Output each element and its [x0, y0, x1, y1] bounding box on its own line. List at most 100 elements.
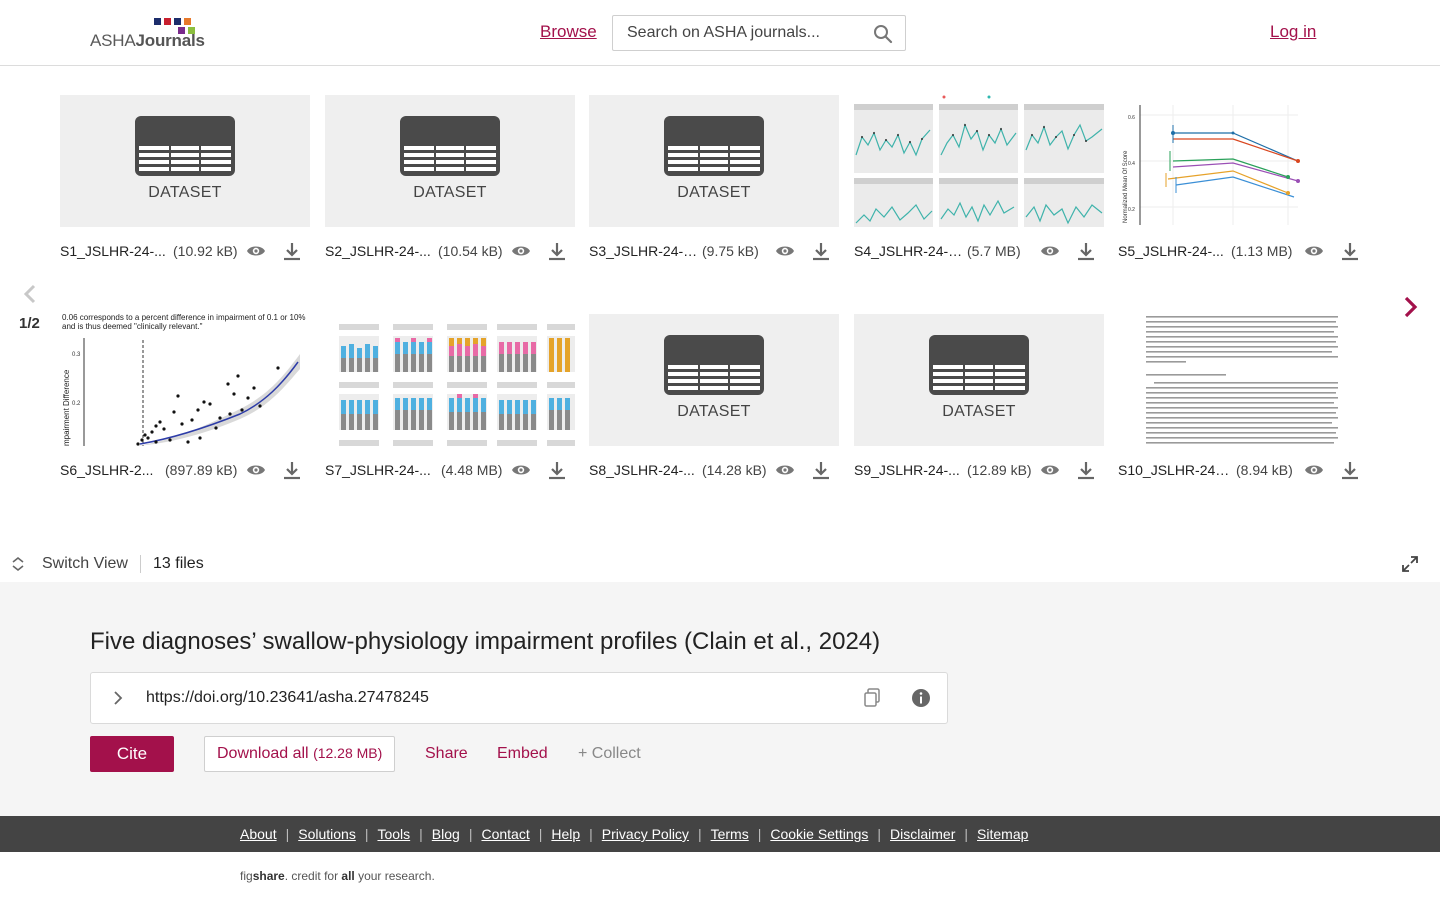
file-thumbnail[interactable]: DATASET — [589, 314, 839, 446]
page-indicator: 1/2 — [19, 315, 40, 332]
embed-button[interactable]: Embed — [497, 745, 548, 763]
file-info-row: S1_JSLHR-24-... (10.92 kB) — [60, 241, 310, 263]
footer-link-about[interactable]: About — [240, 826, 277, 842]
chevron-right-icon[interactable] — [111, 689, 125, 707]
file-name[interactable]: S10_JSLHR-24-... — [1118, 462, 1230, 478]
svg-text:0.6: 0.6 — [1128, 115, 1135, 121]
download-icon[interactable] — [1076, 460, 1096, 480]
file-thumbnail[interactable]: DATASET — [854, 314, 1104, 446]
file-thumbnail[interactable] — [854, 95, 1104, 227]
copy-icon[interactable] — [863, 688, 881, 708]
svg-text:0.3: 0.3 — [72, 352, 81, 358]
file-card: S10_JSLHR-24-... (8.94 kB) — [1118, 314, 1368, 494]
download-icon[interactable] — [1340, 460, 1360, 480]
download-icon[interactable] — [282, 460, 302, 480]
chevron-left-icon[interactable] — [18, 284, 42, 304]
info-icon[interactable] — [911, 688, 931, 708]
eye-icon[interactable] — [246, 462, 266, 478]
dataset-icon — [400, 116, 500, 176]
dataset-icon — [664, 335, 764, 395]
item-details: Five diagnoses’ swallow-physiology impai… — [0, 582, 1440, 816]
chevron-right-icon[interactable] — [1398, 295, 1422, 319]
credit-fig: fig — [240, 869, 253, 883]
file-thumbnail[interactable]: DATASET — [589, 95, 839, 227]
eye-icon[interactable] — [511, 462, 531, 478]
file-size: (8.94 kB) — [1236, 462, 1293, 478]
file-card: Normalized Mean Of Score 0.6 0.4 0.2 S5_… — [1118, 95, 1368, 275]
download-icon[interactable] — [547, 241, 567, 261]
footer-link-privacy-policy[interactable]: Privacy Policy — [602, 826, 689, 842]
file-thumbnail[interactable] — [1118, 314, 1368, 446]
credit-mid: . credit for — [284, 869, 342, 883]
file-name[interactable]: S4_JSLHR-24-0... — [854, 243, 966, 259]
footer-link-solutions[interactable]: Solutions — [298, 826, 356, 842]
file-thumbnail[interactable]: DATASET — [325, 95, 575, 227]
file-size: (897.89 kB) — [165, 462, 238, 478]
search-icon[interactable] — [873, 24, 893, 44]
footer-link-help[interactable]: Help — [551, 826, 580, 842]
download-icon[interactable] — [282, 241, 302, 261]
normalized-mean-chart-preview: Normalized Mean Of Score 0.6 0.4 0.2 — [1118, 95, 1368, 227]
file-name[interactable]: S6_JSLHR-2... — [60, 462, 172, 478]
eye-icon[interactable] — [1304, 243, 1324, 259]
file-name[interactable]: S2_JSLHR-24-... — [325, 243, 437, 259]
viewer-toolbar: Switch View 13 files — [0, 546, 1440, 582]
eye-icon[interactable] — [1040, 462, 1060, 478]
item-actions: Cite Download all (12.28 MB) Share Embed… — [90, 736, 790, 772]
download-icon[interactable] — [1340, 241, 1360, 261]
footer-separator: | — [964, 826, 969, 842]
asha-journals-logo[interactable]: ASHAJournals — [90, 16, 215, 52]
share-button[interactable]: Share — [425, 745, 468, 763]
footer-link-disclaimer[interactable]: Disclaimer — [890, 826, 955, 842]
stacked-bar-grid-preview — [325, 314, 575, 446]
doi-box: https://doi.org/10.23641/asha.27478245 — [90, 672, 948, 724]
eye-icon[interactable] — [1304, 462, 1324, 478]
file-name[interactable]: S1_JSLHR-24-... — [60, 243, 172, 259]
footer-separator: | — [285, 826, 290, 842]
switch-view-icon[interactable] — [10, 556, 26, 572]
download-all-button[interactable]: Download all (12.28 MB) — [204, 736, 395, 772]
file-name[interactable]: S7_JSLHR-24-... — [325, 462, 437, 478]
file-size: (14.28 kB) — [702, 462, 767, 478]
file-thumbnail[interactable]: 0.06 corresponds to a percent difference… — [60, 314, 310, 446]
footer-separator: | — [419, 826, 423, 842]
footer-link-cookie-settings[interactable]: Cookie Settings — [770, 826, 868, 842]
eye-icon[interactable] — [511, 243, 531, 259]
doi-link[interactable]: https://doi.org/10.23641/asha.27478245 — [146, 689, 429, 707]
file-card: DATASET S3_JSLHR-24-0... (9.75 kB) — [589, 95, 839, 275]
footer-link-terms[interactable]: Terms — [711, 826, 749, 842]
file-thumbnail[interactable]: Normalized Mean Of Score 0.6 0.4 0.2 — [1118, 95, 1368, 227]
file-card: DATASET S2_JSLHR-24-... (10.54 kB) — [325, 95, 575, 275]
page-title: Five diagnoses’ swallow-physiology impai… — [90, 628, 881, 655]
eye-icon[interactable] — [775, 243, 795, 259]
download-icon[interactable] — [547, 460, 567, 480]
login-link[interactable]: Log in — [1270, 22, 1316, 42]
file-name[interactable]: S9_JSLHR-24-... — [854, 462, 966, 478]
file-thumbnail[interactable] — [325, 314, 575, 446]
eye-icon[interactable] — [775, 462, 795, 478]
eye-icon[interactable] — [1040, 243, 1060, 259]
download-icon[interactable] — [811, 460, 831, 480]
footer-link-sitemap[interactable]: Sitemap — [977, 826, 1028, 842]
file-name[interactable]: S3_JSLHR-24-0... — [589, 243, 701, 259]
cite-button[interactable]: Cite — [90, 736, 174, 772]
file-count: 13 files — [153, 555, 204, 572]
site-footer: About | Solutions | Tools | Blog | Contact | Help |… — [0, 816, 1440, 852]
footer-link-contact[interactable]: Contact — [481, 826, 529, 842]
switch-view-button[interactable]: Switch View — [42, 555, 128, 573]
expand-icon[interactable] — [1401, 555, 1419, 573]
file-info-row: S7_JSLHR-24-... (4.48 MB) — [325, 460, 575, 482]
download-icon[interactable] — [1076, 241, 1096, 261]
footer-link-blog[interactable]: Blog — [432, 826, 460, 842]
collect-button[interactable]: + Collect — [578, 745, 641, 763]
file-thumbnail[interactable]: DATASET — [60, 95, 310, 227]
browse-link[interactable]: Browse — [540, 22, 597, 42]
download-icon[interactable] — [811, 241, 831, 261]
eye-icon[interactable] — [246, 243, 266, 259]
footer-separator: | — [697, 826, 702, 842]
search-input[interactable] — [613, 16, 863, 50]
file-name[interactable]: S5_JSLHR-24-... — [1118, 243, 1230, 259]
footer-link-tools[interactable]: Tools — [377, 826, 410, 842]
file-name[interactable]: S8_JSLHR-24-... — [589, 462, 701, 478]
dataset-label: DATASET — [413, 184, 487, 201]
